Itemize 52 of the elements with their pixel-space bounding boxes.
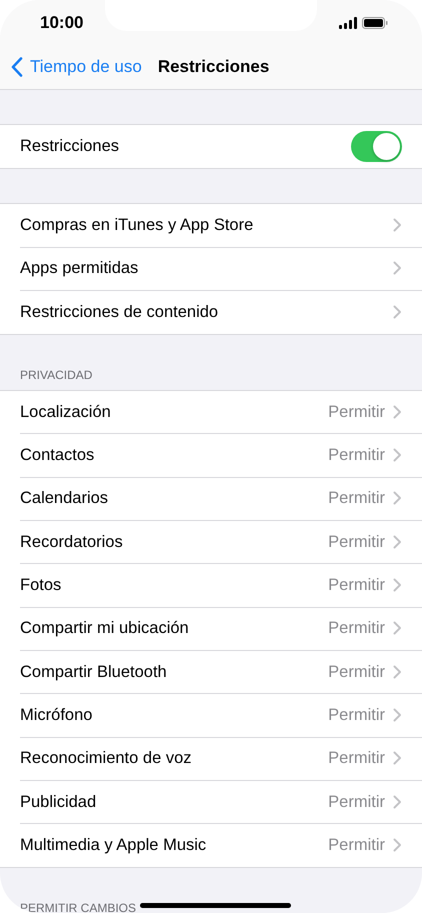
back-button[interactable]: Tiempo de uso bbox=[11, 57, 142, 77]
section-header: PERMITIR CAMBIOS bbox=[20, 901, 136, 913]
chevron-icon bbox=[393, 664, 402, 680]
chevron-icon bbox=[393, 534, 402, 550]
signal-icon bbox=[339, 16, 357, 28]
row-value: Permitir bbox=[328, 532, 385, 552]
chevron-icon bbox=[393, 261, 402, 276]
row-label: Contactos bbox=[20, 446, 96, 466]
settings-row[interactable]: Apps permitidas bbox=[20, 248, 422, 291]
row-value: Permitir bbox=[328, 749, 385, 768]
row-label: Apps permitidas bbox=[20, 259, 140, 278]
chevron-icon bbox=[393, 404, 402, 420]
row-label: Calendarios bbox=[20, 489, 110, 508]
row-value: Permitir bbox=[328, 402, 385, 422]
row-label: Restricciones de contenido bbox=[20, 303, 220, 322]
settings-row[interactable]: Compartir mi ubicación Permitir bbox=[20, 608, 422, 651]
settings-row[interactable]: Reconocimiento de voz Permitir bbox=[20, 738, 422, 781]
row-value: Permitir bbox=[328, 619, 385, 638]
chevron-icon bbox=[393, 708, 402, 723]
row-label: Multimedia y Apple Music bbox=[20, 836, 208, 856]
row-label: Fotos bbox=[20, 576, 62, 596]
status-time: 10:00 bbox=[40, 12, 84, 32]
row-label: Reconocimiento de voz bbox=[20, 749, 193, 768]
chevron-icon bbox=[393, 448, 402, 464]
row-value: Permitir bbox=[328, 446, 385, 466]
row-value: Permitir bbox=[328, 792, 385, 812]
chevron-icon bbox=[393, 751, 402, 766]
row-label: Publicidad bbox=[20, 792, 98, 812]
row-label: Recordatorios bbox=[20, 532, 124, 552]
row-label: Localización bbox=[20, 402, 112, 422]
row-label: Restricciones bbox=[20, 137, 120, 156]
row-value: Permitir bbox=[328, 662, 385, 682]
toggle-switch[interactable] bbox=[351, 131, 402, 162]
chevron-icon bbox=[393, 578, 402, 594]
row-value: Permitir bbox=[328, 706, 385, 725]
row-label: Compartir Bluetooth bbox=[20, 662, 168, 682]
row-label: Compartir mi ubicación bbox=[20, 619, 190, 638]
row-value: Permitir bbox=[328, 576, 385, 596]
row-value: Permitir bbox=[328, 489, 385, 508]
chevron-icon bbox=[393, 491, 402, 506]
row-label: Compras en iTunes y App Store bbox=[20, 216, 254, 235]
chevron-icon bbox=[393, 838, 402, 854]
section-header: PRIVACIDAD bbox=[20, 368, 92, 384]
back-chevron-icon bbox=[11, 57, 23, 77]
chevron-icon bbox=[393, 794, 402, 810]
battery-icon bbox=[362, 16, 388, 28]
chevron-icon bbox=[393, 305, 402, 320]
chevron-icon bbox=[393, 218, 402, 233]
row-value: Permitir bbox=[328, 836, 385, 856]
chevron-icon bbox=[393, 621, 402, 636]
screen-title: Restricciones bbox=[158, 57, 270, 77]
row-label: Micrófono bbox=[20, 706, 94, 725]
